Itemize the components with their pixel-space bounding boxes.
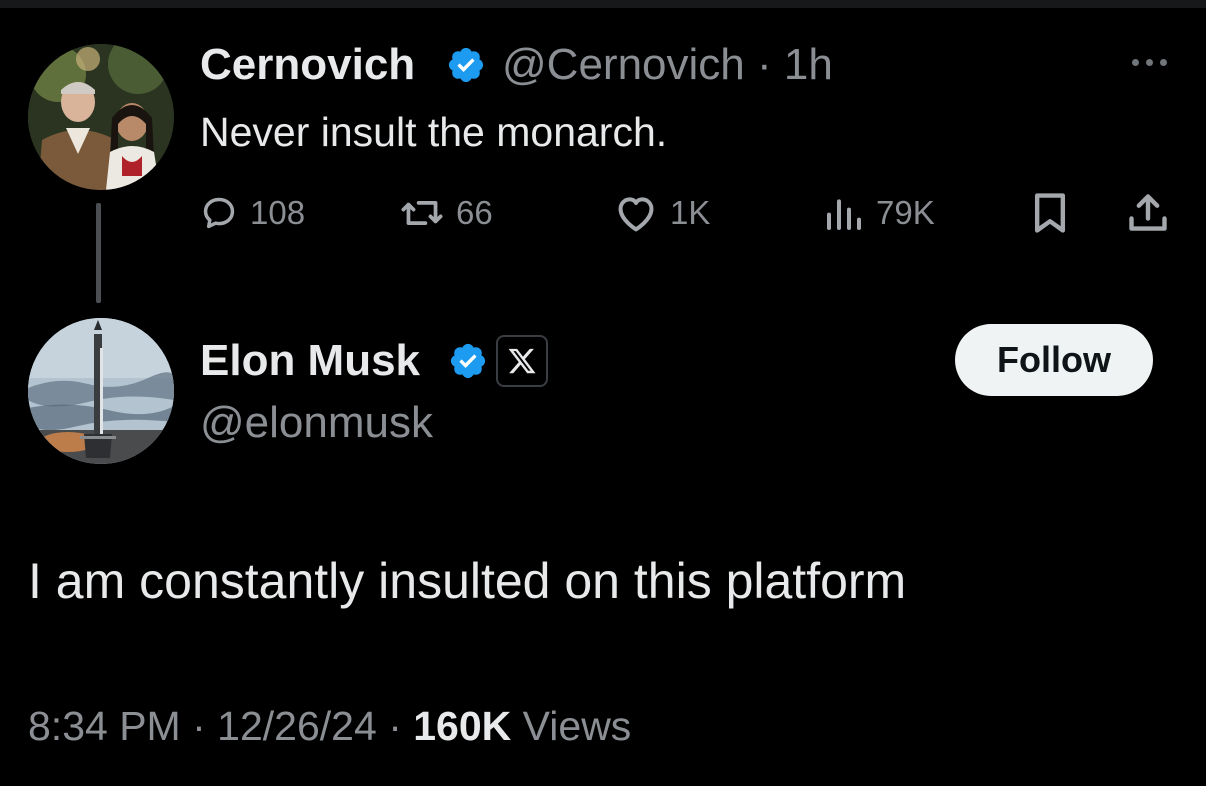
views-count-small: 79K (876, 194, 935, 231)
views-label: Views (522, 703, 632, 749)
thread-connector (96, 203, 101, 303)
main-author-name[interactable]: Elon Musk (200, 336, 420, 386)
like-button[interactable]: 1K (614, 190, 710, 236)
reply-button[interactable]: 108 (200, 190, 305, 236)
repost-icon (401, 200, 443, 226)
parent-author-name[interactable]: Cernovich (200, 40, 415, 90)
cernovich-avatar[interactable] (28, 44, 174, 190)
repost-count: 66 (456, 194, 493, 231)
views-chart-icon (827, 199, 861, 230)
cernovich-avatar-photo (28, 44, 174, 190)
x-logo-icon (508, 348, 536, 374)
separator-dot: · (192, 703, 206, 749)
reply-icon (203, 197, 235, 229)
parent-handle-line: @Cernovich · 1h (502, 40, 833, 90)
tweet-metadata: 8:34 PM · 12/26/24 · 160K Views (28, 700, 631, 752)
like-count: 1K (670, 194, 711, 231)
bookmark-button[interactable] (1030, 190, 1070, 236)
parent-tweet-text: Never insult the monarch. (200, 109, 668, 155)
follow-button[interactable]: Follow (955, 324, 1153, 396)
separator-dot: · (388, 703, 402, 749)
bookmark-icon (1034, 193, 1066, 233)
reply-count: 108 (250, 194, 306, 231)
heart-icon (618, 197, 654, 232)
elonmusk-avatar[interactable] (28, 318, 174, 464)
main-handle[interactable]: @elonmusk (200, 398, 433, 448)
share-icon (1129, 194, 1167, 231)
affiliate-x-badge[interactable]: X (496, 335, 548, 387)
separator-dot: · (757, 40, 772, 89)
share-button[interactable] (1126, 190, 1170, 236)
repost-button[interactable]: 66 (400, 190, 493, 236)
elonmusk-avatar-photo (28, 318, 174, 464)
more-horizontal-icon[interactable] (1124, 50, 1174, 74)
views-button[interactable]: 79K (824, 190, 935, 236)
parent-time[interactable]: 1h (784, 40, 833, 89)
verified-badge-icon[interactable] (446, 45, 486, 85)
views-count: 160K (413, 703, 512, 749)
top-edge (0, 0, 1206, 8)
parent-handle[interactable]: @Cernovich (502, 40, 745, 89)
verified-badge-icon[interactable] (448, 341, 488, 381)
tweet-date[interactable]: 12/26/24 (217, 703, 377, 749)
tweet-time[interactable]: 8:34 PM (28, 703, 181, 749)
main-tweet-text: I am constantly insulted on this platfor… (28, 553, 907, 609)
